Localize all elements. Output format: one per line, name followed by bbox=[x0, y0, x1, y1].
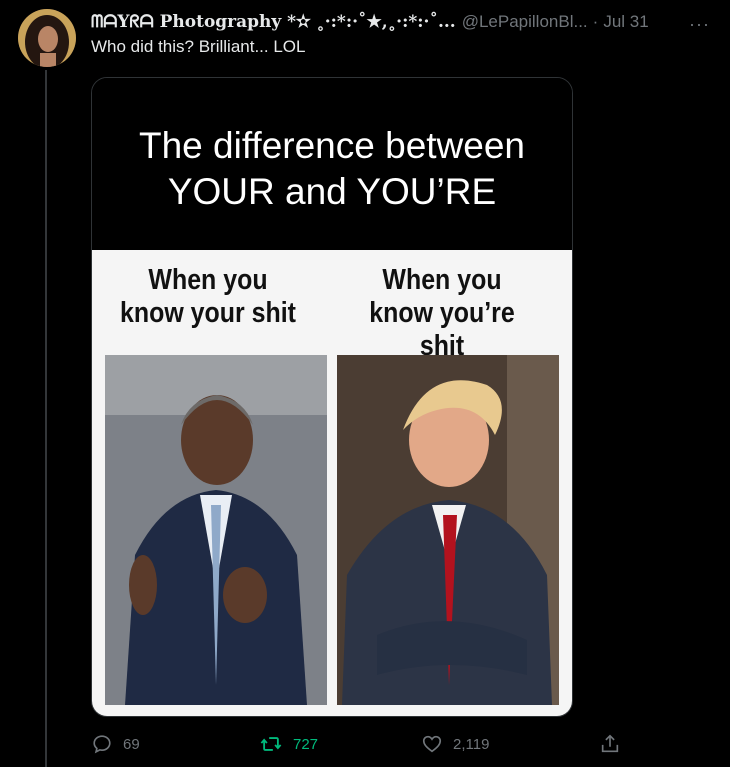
thread-line bbox=[45, 70, 47, 767]
left-caption-line-1: When you bbox=[148, 264, 268, 296]
retweet-button[interactable]: 727 bbox=[259, 733, 318, 755]
man-in-suit-photo-left bbox=[105, 355, 327, 705]
tweet-media[interactable]: The difference between YOUR and YOU’RE W… bbox=[91, 77, 573, 717]
right-caption: When you know you’re shit bbox=[347, 264, 536, 363]
man-in-suit-photo-right bbox=[337, 355, 559, 705]
tweet-text: Who did this? Brilliant... LOL bbox=[91, 37, 306, 56]
share-button[interactable] bbox=[599, 733, 621, 755]
left-caption-line-2: know your shit bbox=[119, 297, 296, 329]
display-name[interactable]: ᗰᗩYᖇᗩ Photography *✫ ˳·:*:·˚★,˳·:*:·˚... bbox=[91, 12, 456, 32]
avatar[interactable] bbox=[18, 9, 76, 67]
avatar-image bbox=[18, 9, 76, 67]
right-photo bbox=[337, 355, 559, 705]
more-options-icon[interactable]: ··· bbox=[689, 14, 710, 35]
right-caption-line-1: When you bbox=[382, 264, 502, 296]
left-caption: When you know your shit bbox=[113, 264, 302, 330]
user-handle[interactable]: @LePapillonBl... bbox=[462, 12, 588, 32]
retweet-count: 727 bbox=[293, 735, 319, 753]
meme-title: The difference between YOUR and YOU’RE bbox=[92, 78, 572, 250]
tweet-timestamp[interactable]: Jul 31 bbox=[603, 12, 648, 32]
reply-icon bbox=[93, 735, 111, 754]
reply-button[interactable]: 69 bbox=[91, 733, 140, 755]
meme-title-line-1: The difference between bbox=[138, 125, 526, 166]
meme-panel: When you know your shit When you know yo… bbox=[92, 250, 572, 716]
reply-count: 69 bbox=[123, 735, 140, 753]
like-button[interactable]: 2,119 bbox=[421, 733, 489, 755]
heart-icon bbox=[422, 735, 442, 753]
separator-dot: · bbox=[592, 12, 599, 31]
right-caption-line-2: know you’re shit bbox=[369, 297, 515, 362]
share-icon bbox=[601, 734, 619, 753]
left-photo bbox=[105, 355, 327, 705]
meme-title-line-2: YOUR and YOU’RE bbox=[167, 171, 497, 212]
retweet-icon bbox=[260, 737, 282, 751]
tweet-actions: 69 727 2,119 bbox=[91, 731, 631, 757]
like-count: 2,119 bbox=[453, 735, 490, 753]
tweet-header: ᗰᗩYᖇᗩ Photography *✫ ˳·:*:·˚★,˳·:*:·˚...… bbox=[91, 10, 720, 34]
